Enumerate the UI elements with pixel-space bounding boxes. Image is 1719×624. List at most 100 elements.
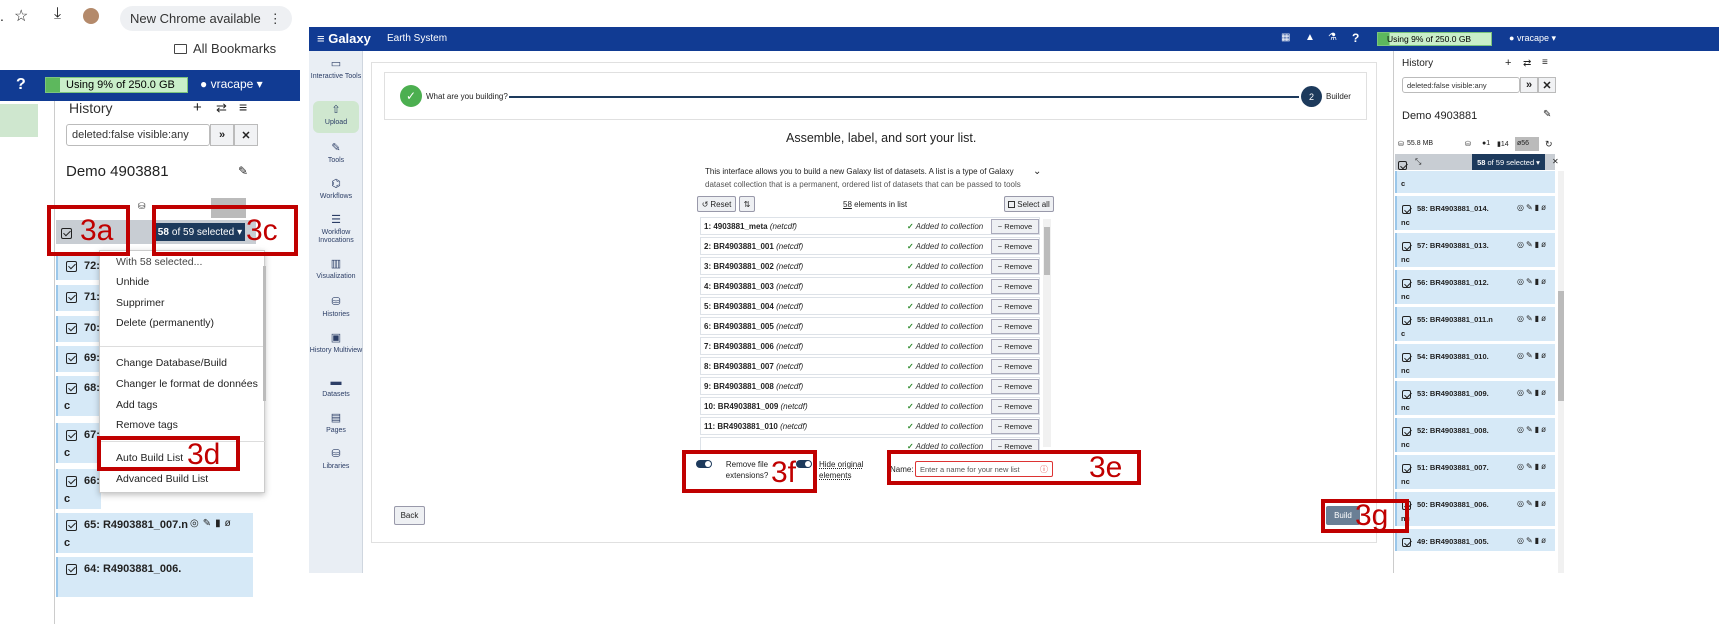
element-row[interactable]: 1: 4903881_meta (netcdf) ✓ Added to colle…: [700, 217, 1040, 235]
nav-item[interactable]: ⛁ Histories: [309, 297, 363, 319]
trash-icon[interactable]: ▮14: [1497, 140, 1509, 148]
element-name[interactable]: 8: BR4903881_007 (netcdf): [704, 362, 803, 371]
history-item[interactable]: 70:: [56, 316, 101, 342]
element-name[interactable]: 2: BR4903881_001 (netcdf): [704, 242, 803, 251]
nav-item[interactable]: ▤ Pages: [309, 413, 363, 435]
element-name[interactable]: 9: BR4903881_008 (netcdf): [704, 382, 803, 391]
element-row[interactable]: 5: BR4903881_004 (netcdf) ✓ Added to coll…: [700, 297, 1040, 315]
history-item[interactable]: 66: c: [56, 469, 101, 509]
nav-item[interactable]: ⌬ Workflows: [309, 179, 363, 201]
element-name[interactable]: 4: BR4903881_003 (netcdf): [704, 282, 803, 291]
menu-icon[interactable]: ≡: [239, 99, 247, 115]
history-filter-input[interactable]: deleted:false visible:any: [66, 124, 210, 146]
profile-avatar[interactable]: [83, 8, 99, 24]
element-name[interactable]: 7: BR4903881_006 (netcdf): [704, 342, 803, 351]
item-checkbox[interactable]: [66, 352, 77, 364]
item-checkbox[interactable]: [66, 519, 77, 531]
nav-item[interactable]: ⇧ Upload: [309, 105, 363, 127]
history-item[interactable]: 71:: [56, 285, 101, 311]
storage-meter[interactable]: Using 9% of 250.0 GB: [45, 77, 188, 93]
remove-element-button[interactable]: − Remove: [991, 339, 1039, 354]
element-name[interactable]: 6: BR4903881_005 (netcdf): [704, 322, 803, 331]
menu-icon[interactable]: ≡: [1542, 57, 1548, 68]
storage-icon[interactable]: ⛁: [1465, 140, 1471, 148]
item-checkbox[interactable]: [1402, 463, 1411, 473]
element-name[interactable]: 5: BR4903881_004 (netcdf): [704, 302, 803, 311]
user-menu[interactable]: ● vracape ▾: [200, 77, 263, 91]
history-item[interactable]: 53: BR4903881_009. nc ◎✎▮ø: [1395, 381, 1555, 415]
pin-icon[interactable]: ●1: [1482, 140, 1490, 147]
element-name[interactable]: 3: BR4903881_002 (netcdf): [704, 262, 803, 271]
item-checkbox[interactable]: [1402, 389, 1411, 399]
scrollbar-thumb[interactable]: [1558, 291, 1564, 401]
refresh-icon[interactable]: ↻: [1545, 139, 1553, 150]
history-item[interactable]: 56: BR4903881_012. nc ◎✎▮ø: [1395, 270, 1555, 304]
item-checkbox[interactable]: [1402, 426, 1411, 436]
nav-item[interactable]: ▥ Visualization: [309, 259, 363, 281]
item-checkbox[interactable]: [66, 475, 77, 487]
help-icon[interactable]: ?: [16, 76, 26, 94]
element-row[interactable]: 11: BR4903881_010 (netcdf) ✓ Added to col…: [700, 417, 1040, 435]
remove-element-button[interactable]: − Remove: [991, 379, 1039, 394]
item-checkbox[interactable]: [66, 382, 77, 394]
star-icon[interactable]: ☆: [14, 6, 28, 26]
history-item[interactable]: 58: BR4903881_014. nc ◎✎▮ø: [1395, 196, 1555, 230]
history-item-actions[interactable]: ◎✎▮ø: [1517, 462, 1548, 471]
history-item[interactable]: 52: BR4903881_008. nc ◎✎▮ø: [1395, 418, 1555, 452]
pencil-icon[interactable]: ✎: [238, 164, 248, 178]
element-row-partial[interactable]: ✓ Added to collection − Remove: [700, 437, 1040, 450]
element-row[interactable]: 6: BR4903881_005 (netcdf) ✓ Added to coll…: [700, 317, 1040, 335]
element-list-scrollbar[interactable]: [1043, 219, 1051, 447]
menu-item-advanced-build-list[interactable]: Advanced Build List: [116, 473, 208, 485]
menu-item-purge[interactable]: Delete (permanently): [116, 317, 214, 329]
remove-element-button[interactable]: − Remove: [991, 399, 1039, 414]
history-item[interactable]: 57: BR4903881_013. nc ◎✎▮ø: [1395, 233, 1555, 267]
history-item[interactable]: 50: BR4903881_006. nc ◎✎▮ø: [1395, 492, 1555, 526]
clear-filter-button[interactable]: ✕: [234, 124, 258, 146]
history-item-actions[interactable]: ◎✎▮ø: [190, 518, 235, 529]
remove-element-button[interactable]: − Remove: [991, 239, 1039, 254]
all-bookmarks-button[interactable]: All Bookmarks: [174, 41, 276, 56]
menu-item-remove-tags[interactable]: Remove tags: [116, 419, 178, 431]
history-item[interactable]: 51: BR4903881_007. nc ◎✎▮ø: [1395, 455, 1555, 489]
history-item[interactable]: 55: BR4903881_011.n c ◎✎▮ø: [1395, 307, 1555, 341]
remove-element-button[interactable]: − Remove: [991, 259, 1039, 274]
history-item[interactable]: 68: c: [56, 376, 101, 416]
switch-history-icon[interactable]: ⇄: [216, 100, 227, 116]
user-menu[interactable]: ● vracape ▾: [1509, 33, 1556, 44]
menu-item-delete[interactable]: Supprimer: [116, 297, 164, 309]
step-2-label[interactable]: Builder: [1326, 92, 1351, 101]
menu-item-unhide[interactable]: Unhide: [116, 276, 149, 288]
expand-intro-chevron-icon[interactable]: ⌄: [1033, 166, 1041, 177]
item-checkbox[interactable]: [1402, 352, 1411, 362]
element-row[interactable]: 4: BR4903881_003 (netcdf) ✓ Added to coll…: [700, 277, 1040, 295]
element-list[interactable]: 1: 4903881_meta (netcdf) ✓ Added to colle…: [700, 217, 1056, 450]
remove-element-button[interactable]: − Remove: [991, 419, 1039, 434]
menu-item-add-tags[interactable]: Add tags: [116, 399, 157, 411]
plus-icon[interactable]: +: [1505, 57, 1511, 69]
storage-meter[interactable]: Using 9% of 250.0 GB: [1377, 32, 1492, 46]
menu-item-change-datatype[interactable]: Changer le format de données: [116, 378, 258, 390]
select-all-button[interactable]: Select all: [1004, 196, 1054, 212]
menu-scrollbar[interactable]: [263, 266, 266, 401]
database-icon[interactable]: ⛁: [138, 201, 146, 212]
element-row[interactable]: 7: BR4903881_006 (netcdf) ✓ Added to coll…: [700, 337, 1040, 355]
element-name[interactable]: 11: BR4903881_010 (netcdf): [704, 422, 807, 431]
back-button[interactable]: Back: [394, 506, 425, 525]
element-row[interactable]: 8: BR4903881_007 (netcdf) ✓ Added to coll…: [700, 357, 1040, 375]
item-checkbox[interactable]: [66, 260, 77, 272]
item-checkbox[interactable]: [66, 429, 77, 441]
pencil-icon[interactable]: ✎: [1543, 109, 1551, 120]
history-filter-input[interactable]: deleted:false visible:any: [1402, 77, 1520, 93]
flask-icon[interactable]: ⚗: [1328, 32, 1337, 43]
history-size[interactable]: 55.8 MB: [1407, 140, 1433, 147]
history-item-actions[interactable]: ◎✎▮ø: [1517, 388, 1548, 397]
history-item-65[interactable]: 65: R4903881_007.n c ◎✎▮ø: [56, 513, 253, 553]
history-item-actions[interactable]: ◎✎▮ø: [1517, 314, 1548, 323]
history-scrollbar[interactable]: [1558, 171, 1564, 573]
menu-item-change-dbkey[interactable]: Change Database/Build: [116, 357, 227, 369]
item-checkbox[interactable]: [66, 322, 77, 334]
remove-element-button[interactable]: − Remove: [991, 219, 1039, 234]
nav-item[interactable]: ▬ Datasets: [309, 377, 363, 399]
nav-item[interactable]: ✎ Tools: [309, 143, 363, 165]
